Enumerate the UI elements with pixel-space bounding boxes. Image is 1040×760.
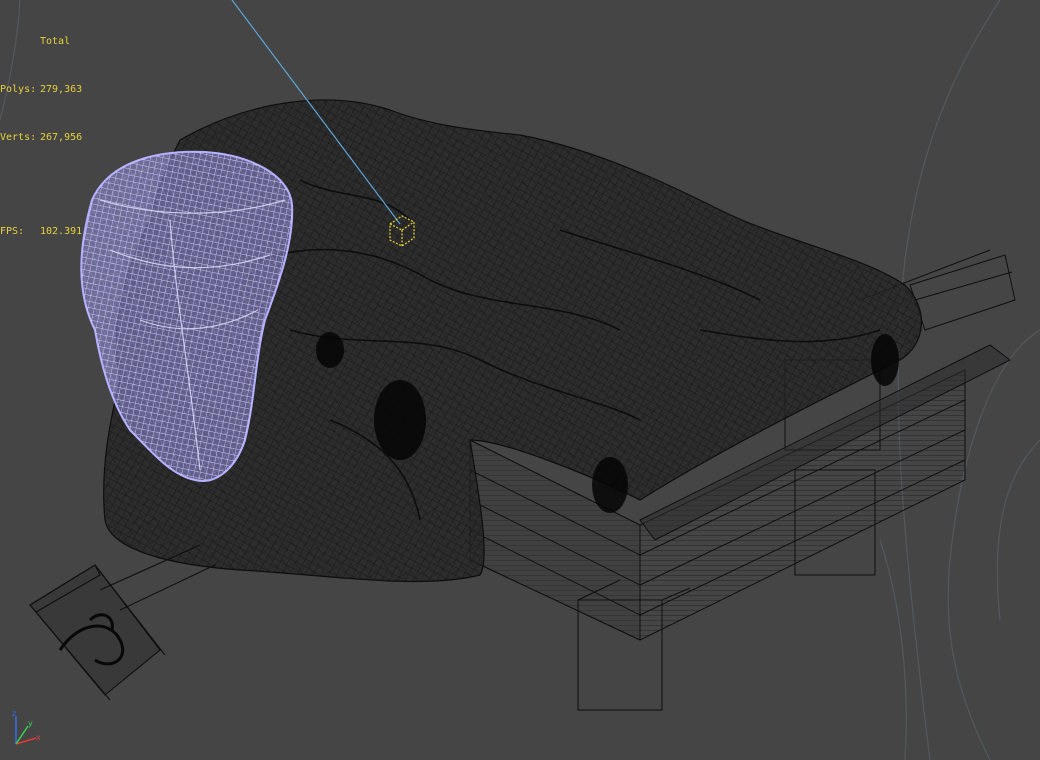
- stats-spacer: [0, 178, 82, 192]
- stats-total-header: Total: [40, 36, 71, 47]
- xyz-axis-gizmo-icon: z x y: [12, 709, 41, 745]
- svg-text:z: z: [12, 709, 16, 718]
- verts-value: 267,956: [40, 132, 83, 143]
- svg-text:x: x: [36, 733, 41, 742]
- polys-label: Polys:: [0, 84, 37, 95]
- verts-label: Verts:: [0, 132, 37, 143]
- stats-fps-row: FPS: 102.391: [0, 224, 82, 240]
- fps-label: FPS:: [0, 226, 25, 237]
- wireframe-scene[interactable]: [0, 0, 1040, 760]
- 3d-viewport[interactable]: Total Polys: 279,363 Verts: 267,956 FPS:…: [0, 0, 1040, 760]
- small-crate-wireframe: [29, 544, 216, 701]
- stats-polys-row: Polys: 279,363: [0, 82, 82, 98]
- stats-verts-row: Verts: 267,956: [0, 130, 82, 146]
- polys-value: 279,363: [40, 84, 83, 95]
- svg-text:y: y: [28, 719, 33, 728]
- fps-value: 102.391: [40, 226, 83, 237]
- viewport-statistics: Total Polys: 279,363 Verts: 267,956 FPS:…: [0, 2, 82, 272]
